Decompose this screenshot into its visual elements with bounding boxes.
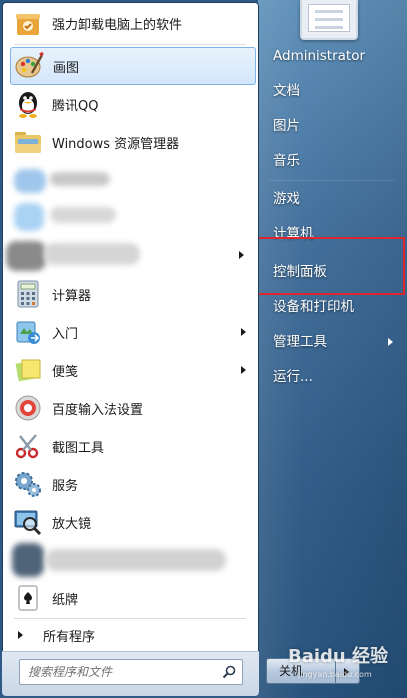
uninstall-box-icon — [12, 7, 44, 39]
watermark-url: jingyan.baidu.com — [298, 670, 372, 679]
program-label: 百度输入法设置 — [52, 402, 144, 418]
folder-icon — [12, 126, 44, 158]
program-label: 画图 — [53, 60, 80, 76]
program-services[interactable]: 服务 — [10, 465, 256, 503]
program-label: 便笺 — [52, 364, 79, 380]
scissors-icon — [12, 430, 44, 462]
program-label: 纸牌 — [52, 592, 79, 608]
program-label: 计算器 — [52, 288, 92, 304]
right-item-devices-printers[interactable]: 设备和打印机 — [273, 292, 393, 322]
program-sticky-notes[interactable]: 便笺 — [10, 351, 256, 389]
blurred-label — [44, 243, 140, 265]
program-label: 入门 — [52, 326, 79, 342]
search-icon[interactable] — [222, 665, 236, 679]
baidu-watermark: Baidu 经验 jingyan.baidu.com — [288, 642, 404, 692]
paint-palette-icon — [13, 50, 45, 82]
red-highlight-box — [239, 237, 405, 295]
program-qq[interactable]: 腾讯QQ — [10, 85, 256, 123]
blurred-icon — [12, 543, 44, 577]
program-baidu-ime-settings[interactable]: 百度输入法设置 — [10, 389, 256, 427]
program-label: 服务 — [52, 478, 79, 494]
program-label: 腾讯QQ — [52, 98, 99, 114]
right-item-pictures[interactable]: 图片 — [273, 111, 393, 141]
submenu-arrow-icon — [388, 338, 393, 346]
submenu-arrow-icon — [241, 328, 246, 336]
blurred-label — [46, 549, 226, 571]
program-getting-started[interactable]: 入门 — [10, 313, 256, 351]
settings-ring-icon — [12, 392, 44, 424]
admin-tools-label: 管理工具 — [273, 334, 327, 350]
right-item-music[interactable]: 音乐 — [273, 146, 393, 176]
expand-arrow-icon — [18, 631, 23, 639]
search-input[interactable] — [28, 665, 218, 679]
program-blurred-4[interactable] — [10, 541, 256, 579]
user-picture[interactable] — [300, 0, 358, 40]
right-item-documents[interactable]: 文档 — [273, 76, 393, 106]
search-box[interactable] — [19, 659, 243, 685]
watermark-text: Baidu 经验 — [288, 646, 389, 667]
sticky-notes-icon — [12, 354, 44, 386]
program-snipping-tool[interactable]: 截图工具 — [10, 427, 256, 465]
program-label: Windows 资源管理器 — [52, 136, 180, 152]
pinned-divider — [14, 44, 246, 45]
submenu-arrow-icon — [239, 251, 244, 259]
program-explorer[interactable]: Windows 资源管理器 — [10, 123, 256, 161]
qq-penguin-icon — [12, 88, 44, 120]
right-item-run[interactable]: 运行... — [273, 362, 393, 392]
all-programs-button[interactable]: 所有程序 — [10, 622, 256, 648]
program-paint[interactable]: 画图 — [10, 47, 256, 85]
program-label: 截图工具 — [52, 440, 105, 456]
program-blurred-3[interactable] — [6, 237, 256, 275]
right-item-games[interactable]: 游戏 — [273, 184, 393, 214]
blurred-label — [50, 172, 110, 186]
submenu-arrow-icon — [241, 366, 246, 374]
right-item-admin-tools[interactable]: 管理工具 — [273, 327, 393, 357]
blurred-label — [50, 207, 116, 223]
all-programs-label: 所有程序 — [43, 629, 96, 645]
program-solitaire[interactable]: 纸牌 — [10, 579, 256, 617]
blurred-icon — [14, 169, 46, 193]
program-uninstall[interactable]: 强力卸载电脑上的软件 — [10, 4, 256, 42]
playing-card-icon — [12, 582, 44, 614]
right-divider — [270, 180, 395, 181]
program-label: 放大镜 — [52, 516, 92, 532]
right-item-user[interactable]: Administrator — [273, 41, 393, 71]
blurred-icon — [14, 203, 44, 231]
program-magnifier[interactable]: 放大镜 — [10, 503, 256, 541]
program-blurred-2[interactable] — [10, 199, 256, 237]
program-calculator[interactable]: 计算器 — [10, 275, 256, 313]
program-blurred-1[interactable] — [10, 161, 256, 199]
all-programs-divider — [14, 618, 246, 619]
magnifier-icon — [12, 506, 44, 538]
blurred-icon — [6, 241, 46, 271]
program-label: 强力卸载电脑上的软件 — [52, 17, 183, 33]
getting-started-icon — [12, 316, 44, 348]
gears-icon — [12, 468, 44, 500]
calculator-icon — [12, 278, 44, 310]
